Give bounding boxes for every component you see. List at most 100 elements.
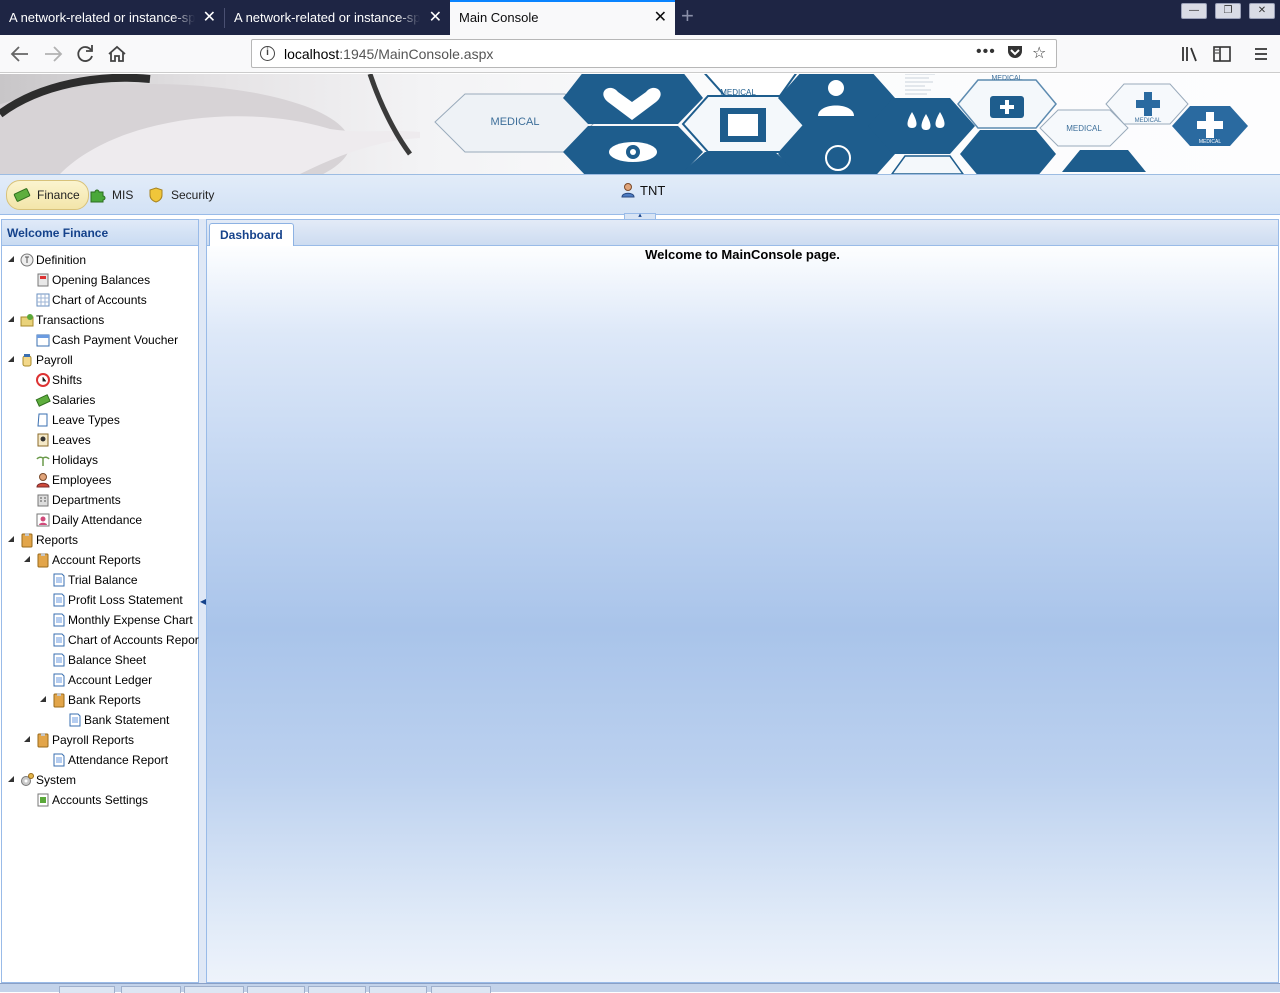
report-page-icon	[51, 612, 67, 628]
close-icon[interactable]: ✕	[203, 0, 216, 35]
navigation-panel-title: Welcome Finance	[2, 220, 198, 246]
content-tab-strip: Dashboard	[207, 220, 1278, 247]
url-host: localhost	[284, 46, 340, 62]
expand-arrow-icon[interactable]	[8, 356, 15, 363]
tree-item-chart-of-accounts-report[interactable]: Chart of Accounts Report	[51, 630, 202, 650]
shield-icon	[147, 187, 165, 203]
mis-button[interactable]: MIS	[82, 180, 141, 210]
person-card-icon	[35, 432, 51, 448]
tree-item-balance-sheet[interactable]: Balance Sheet	[51, 650, 146, 670]
expand-arrow-icon[interactable]	[24, 736, 31, 743]
security-button[interactable]: Security	[141, 180, 222, 210]
restore-button[interactable]: ❐	[1215, 3, 1241, 19]
info-icon[interactable]: i	[260, 46, 275, 61]
tree-item-label: Chart of Accounts Report	[68, 633, 203, 647]
tree-item-label: Monthly Expense Chart	[68, 613, 193, 627]
tree-item-cash-payment-voucher[interactable]: Cash Payment Voucher	[35, 330, 178, 350]
browser-tab-3[interactable]: Main Console ✕	[450, 0, 675, 35]
tree-item-label: Account Ledger	[68, 673, 153, 687]
svg-text:MEDICAL: MEDICAL	[1199, 139, 1221, 145]
bookmark-star-icon[interactable]: ☆	[1032, 43, 1046, 63]
svg-text:MEDICAL: MEDICAL	[720, 88, 756, 97]
tree-item-shifts[interactable]: Shifts	[35, 370, 82, 390]
close-window-button[interactable]: ✕	[1249, 3, 1275, 19]
browser-tab-2[interactable]: A network-related or instance-specific e…	[225, 0, 450, 35]
expand-arrow-icon[interactable]	[8, 776, 15, 783]
tree-item-trial-balance[interactable]: Trial Balance	[51, 570, 138, 590]
home-button[interactable]	[104, 41, 130, 67]
home-icon	[108, 45, 126, 62]
new-tab-button[interactable]: +	[681, 3, 694, 29]
tree-item-salaries[interactable]: Salaries	[35, 390, 95, 410]
tree-item-profit-loss-statement[interactable]: Profit Loss Statement	[51, 590, 183, 610]
tree-item-label: Reports	[36, 533, 79, 547]
tree-item-employees[interactable]: Employees	[35, 470, 111, 490]
report-page-icon	[51, 592, 67, 608]
browser-tab-1[interactable]: A network-related or instance-specific e…	[0, 0, 224, 35]
library-icon[interactable]	[1177, 41, 1203, 67]
clock-icon	[35, 372, 51, 388]
medical-banner: MEDICAL MEDICAL MEDICAL MEDICAL MEDICAL …	[0, 74, 1280, 174]
tree-item-leave-types[interactable]: Leave Types	[35, 410, 120, 430]
tree-item-bank-reports[interactable]: Bank Reports	[40, 690, 141, 710]
tree-item-bank-statement[interactable]: Bank Statement	[67, 710, 169, 730]
tree-item-system[interactable]: System	[8, 770, 77, 790]
report-page-icon	[51, 652, 67, 668]
expand-arrow-icon[interactable]	[8, 316, 15, 323]
tree-item-accounts-settings[interactable]: Accounts Settings	[35, 790, 148, 810]
document-icon	[35, 412, 51, 428]
tree-item-reports[interactable]: Reports	[8, 530, 79, 550]
reload-button[interactable]	[72, 41, 98, 67]
tree-item-leaves[interactable]: Leaves	[35, 430, 91, 450]
content-panel: Dashboard Welcome to MainConsole page.	[206, 219, 1279, 983]
finance-button[interactable]: Finance	[6, 180, 89, 210]
expand-arrow-icon[interactable]	[8, 536, 15, 543]
mis-button-label: MIS	[112, 188, 134, 202]
tree-item-label: Salaries	[52, 393, 96, 407]
address-bar[interactable]: i localhost:1945/MainConsole.aspx ••• ☆	[251, 39, 1057, 68]
tree-item-definition[interactable]: Definition	[8, 250, 86, 270]
tree-item-label: System	[36, 773, 77, 787]
tab-dashboard[interactable]: Dashboard	[209, 223, 294, 247]
tree-item-holidays[interactable]: Holidays	[35, 450, 98, 470]
coins-icon	[19, 312, 35, 328]
expand-arrow-icon[interactable]	[24, 556, 31, 563]
close-icon[interactable]: ✕	[429, 0, 442, 35]
tree-item-chart-of-accounts[interactable]: Chart of Accounts	[35, 290, 147, 310]
expand-arrow-icon[interactable]	[8, 256, 15, 263]
tree-item-account-reports[interactable]: Account Reports	[24, 550, 141, 570]
more-actions-icon[interactable]: •••	[976, 43, 996, 61]
tree-item-attendance-report[interactable]: Attendance Report	[51, 750, 168, 770]
expand-arrow-icon[interactable]	[40, 696, 47, 703]
window-icon	[35, 332, 51, 348]
tree-item-opening-balances[interactable]: Opening Balances	[35, 270, 150, 290]
user-icon	[35, 472, 51, 488]
back-button[interactable]	[7, 41, 33, 67]
tree-item-monthly-expense-chart[interactable]: Monthly Expense Chart	[51, 610, 193, 630]
tree-item-departments[interactable]: Departments	[35, 490, 121, 510]
tree-item-label: Balance Sheet	[68, 653, 147, 667]
close-icon[interactable]: ✕	[654, 2, 667, 33]
browser-tab-title: A network-related or instance-specific e…	[9, 10, 195, 25]
user-card-icon	[35, 512, 51, 528]
forward-button[interactable]	[40, 41, 66, 67]
module-toolbar: Finance MIS Security TNT	[0, 174, 1280, 215]
tree-item-daily-attendance[interactable]: Daily Attendance	[35, 510, 142, 530]
url-text[interactable]: localhost:1945/MainConsole.aspx	[284, 46, 493, 62]
tree-item-label: Daily Attendance	[52, 513, 143, 527]
money-icon	[13, 187, 31, 203]
tree-item-label: Opening Balances	[52, 273, 151, 287]
minimize-button[interactable]: —	[1181, 3, 1207, 19]
panel-splitter[interactable]: ◀	[199, 219, 206, 983]
menu-icon[interactable]	[1248, 41, 1274, 67]
tree-item-label: Shifts	[52, 373, 83, 387]
tree-item-account-ledger[interactable]: Account Ledger	[51, 670, 152, 690]
current-user[interactable]: TNT	[620, 182, 665, 198]
sidebar-toggle-icon[interactable]	[1209, 41, 1235, 67]
report-page-icon	[51, 672, 67, 688]
tree-item-payroll[interactable]: Payroll	[8, 350, 73, 370]
tree-item-payroll-reports[interactable]: Payroll Reports	[24, 730, 134, 750]
tree-item-label: Accounts Settings	[52, 793, 149, 807]
pocket-icon[interactable]	[1006, 43, 1024, 66]
tree-item-transactions[interactable]: Transactions	[8, 310, 104, 330]
